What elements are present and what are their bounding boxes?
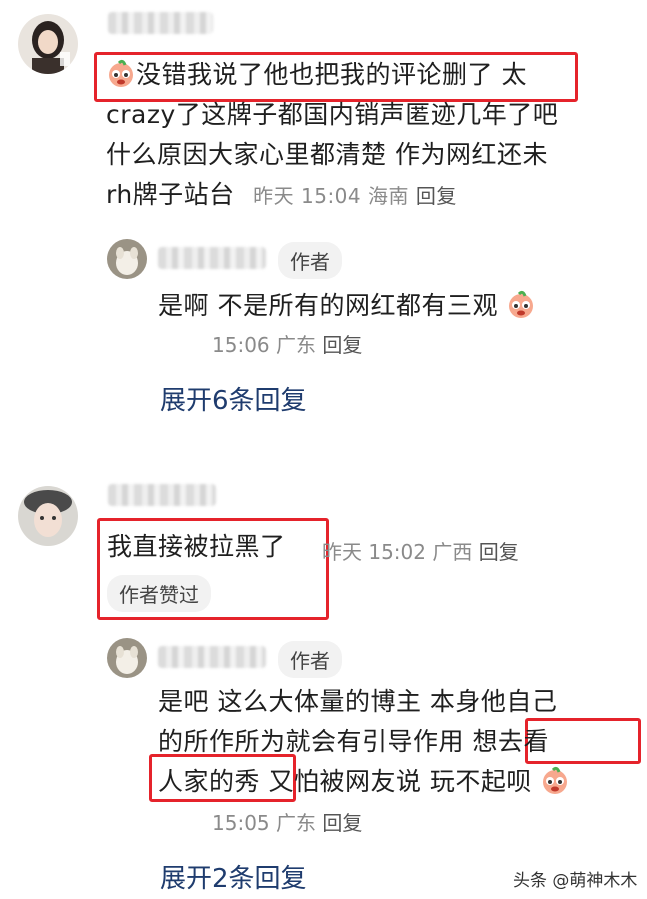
blurred-username[interactable] — [108, 12, 213, 34]
comment-meta: 昨天 15:04 海南 回复 — [253, 184, 457, 208]
comment-line: rh牌子站台 昨天 15:04 海南 回复 — [106, 180, 457, 209]
comment-line: 没错我说了他也把我的评论删了 太 — [106, 55, 626, 95]
girl-hat-avatar-icon[interactable] — [18, 486, 78, 546]
reply-button[interactable]: 回复 — [322, 333, 362, 357]
author-tag: 作者 — [278, 641, 342, 678]
reply-button[interactable]: 回复 — [479, 540, 519, 564]
reply-button[interactable]: 回复 — [322, 811, 362, 835]
comment-line: 的所作所为就会有引导作用 想去看 — [158, 727, 549, 756]
reply-1-text: 是啊 不是所有的网红都有三观 — [158, 286, 536, 326]
woman-avatar-icon[interactable] — [18, 14, 78, 74]
reply-meta: 15:06 广东 回复 — [212, 333, 363, 357]
dog-avatar-icon[interactable] — [107, 638, 147, 678]
reply-2-text: 是吧 这么大体量的博主 本身他自己 的所作所为就会有引导作用 想去看 人家的秀 … — [158, 682, 643, 802]
expand-replies-button[interactable]: 展开6条回复 — [160, 380, 307, 417]
comment-line: 什么原因大家心里都清楚 作为网红还未 — [106, 140, 548, 169]
dog-avatar-icon[interactable] — [107, 239, 147, 279]
comment-screen: { "colors": { "highlight_box": "#e5232b"… — [0, 0, 647, 899]
blurred-username[interactable] — [158, 247, 266, 269]
comment-meta: 昨天 15:02 广西 回复 — [322, 540, 519, 564]
crying-peach-emoji-icon — [506, 290, 536, 320]
expand-replies-button[interactable]: 展开2条回复 — [160, 858, 307, 895]
reply-button[interactable]: 回复 — [416, 184, 457, 208]
reply-meta: 15:05 广东 回复 — [212, 811, 363, 835]
comment-1-text: 没错我说了他也把我的评论删了 太 crazy了这牌子都国内销声匿迹几年了吧 什么… — [106, 55, 626, 216]
author-tag: 作者 — [278, 242, 342, 279]
comment-line: 是吧 这么大体量的博主 本身他自己 — [158, 687, 558, 716]
crying-peach-emoji-icon — [540, 766, 570, 796]
author-liked-tag: 作者赞过 — [107, 575, 211, 612]
blurred-username[interactable] — [108, 484, 216, 506]
crying-peach-emoji-icon — [106, 59, 136, 89]
comment-line: crazy了这牌子都国内销声匿迹几年了吧 — [106, 100, 559, 129]
watermark: 头条 @萌神木木 — [513, 871, 638, 891]
blurred-username[interactable] — [158, 646, 266, 668]
comment-line: 人家的秀 又怕被网友说 玩不起呗 — [158, 762, 643, 802]
comment-2-text: 我直接被拉黑了 — [107, 532, 286, 561]
